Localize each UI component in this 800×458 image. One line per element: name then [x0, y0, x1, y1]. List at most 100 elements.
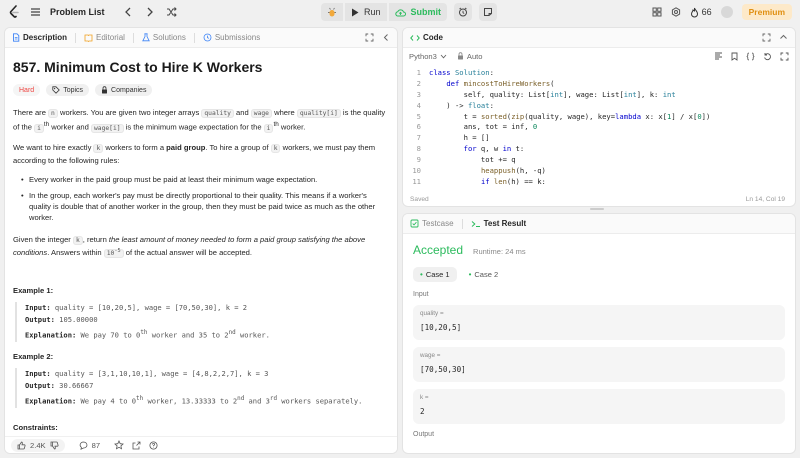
code-line: 7 h = [] [416, 133, 490, 143]
tab-test-result[interactable]: Test Result [471, 219, 526, 228]
terminal-icon [471, 220, 481, 228]
code-line: 2 def mincostToHireWorkers( [416, 78, 555, 88]
code-line: 8 for q, w in t: [416, 144, 525, 154]
save-status: Saved [410, 196, 429, 203]
result-summary: Accepted Runtime: 24 ms [413, 243, 785, 257]
run-button[interactable]: Run [345, 3, 387, 21]
test-panel-header: Testcase Test Result [403, 214, 795, 234]
tab-code[interactable]: Code [410, 33, 443, 42]
difficulty-badge[interactable]: Hard [13, 84, 41, 96]
format-lines-icon[interactable] [714, 52, 723, 61]
tab-divider [193, 32, 195, 43]
submit-button[interactable]: Submit [388, 3, 448, 21]
book-icon [84, 34, 93, 42]
editor-status-bar: Saved Ln 14, Col 19 [410, 196, 785, 203]
reset-icon[interactable] [763, 52, 772, 61]
tag-icon [52, 86, 60, 94]
code-line: 4 ) -> float: [416, 100, 494, 110]
next-problem-icon[interactable] [143, 5, 157, 19]
bug-icon [327, 7, 337, 18]
tab-submissions[interactable]: Submissions [203, 33, 260, 42]
star-icon[interactable] [114, 440, 125, 450]
panel-resize-handle[interactable] [590, 208, 604, 210]
submit-label: Submit [410, 7, 442, 17]
cloud-upload-icon [394, 8, 406, 17]
premium-button[interactable]: Premium [741, 4, 792, 20]
code-line: 1 class Solution: [416, 68, 494, 77]
case-1-tab[interactable]: • Case 1 [413, 267, 457, 282]
tab-divider [461, 218, 463, 229]
rules-list: Every worker in the paid group must be p… [21, 174, 389, 224]
language-select[interactable]: Python3 [409, 52, 447, 61]
debug-button[interactable] [321, 3, 343, 21]
tab-divider [132, 32, 134, 43]
tab-divider [75, 32, 77, 43]
layout-grid-icon[interactable] [652, 7, 662, 17]
problem-title: 857. Minimum Cost to Hire K Workers [13, 59, 263, 75]
problem-list-link[interactable]: Problem List [50, 7, 105, 17]
code-line: 3 self, quality: List[int], wage: List[i… [416, 89, 676, 99]
comment-icon [79, 441, 88, 450]
example-1-title: Example 1: [13, 285, 54, 295]
auto-mode[interactable]: Auto [457, 52, 483, 61]
document-icon [12, 33, 20, 42]
description-paragraph-2: We want to hire exactly k workers to for… [13, 143, 376, 165]
streak-counter[interactable]: 66 [690, 7, 712, 18]
braces-icon[interactable] [746, 52, 755, 61]
topics-tag[interactable]: Topics [46, 84, 90, 96]
run-submit-group: Run Submit [321, 3, 498, 21]
lock-icon [457, 52, 464, 60]
constraints-heading: Constraints: [13, 422, 58, 432]
run-label: Run [364, 7, 381, 17]
code-line: 6 ans, tot = inf, 0 [416, 122, 538, 132]
lock-icon [101, 86, 108, 94]
case-tabs: • Case 1 • Case 2 [413, 267, 785, 282]
input-box-quality: quality = [10,20,5] [413, 305, 785, 340]
thumbs-down-icon[interactable] [50, 441, 59, 450]
thumbs-up-icon[interactable] [17, 441, 26, 450]
maximize-icon[interactable] [762, 33, 771, 42]
tab-testcase[interactable]: Testcase [410, 219, 454, 228]
example-2-title: Example 2: [13, 351, 54, 361]
collapse-panel-icon[interactable] [382, 33, 390, 42]
settings-gear-icon[interactable] [671, 7, 681, 17]
leetcode-logo-icon[interactable] [8, 5, 20, 19]
tab-description[interactable]: Description [12, 33, 67, 42]
code-line: 9 tot += q [416, 155, 516, 165]
comments-button[interactable]: 87 [73, 439, 106, 452]
code-editor[interactable]: 1 class Solution: 2 def mincostToHireWork… [403, 64, 795, 188]
code-line: 10 heappush(h, -q) [412, 166, 546, 176]
collapse-panel-icon[interactable] [779, 33, 788, 42]
alarm-clock-icon [458, 7, 468, 17]
like-dislike-group: 2.4K [11, 438, 65, 452]
expand-editor-icon[interactable] [780, 52, 789, 61]
top-nav-bar: Problem List Run Submit 66 Premium [0, 0, 800, 24]
code-line: 11 if len(h) == k: [412, 176, 546, 186]
like-count: 2.4K [30, 440, 46, 450]
bookmark-icon[interactable] [731, 52, 738, 61]
description-panel: Description Editorial Solutions Submissi… [4, 27, 398, 454]
output-section-label: Output [413, 431, 435, 438]
companies-tag[interactable]: Companies [95, 84, 153, 96]
user-avatar[interactable] [720, 6, 733, 18]
timer-button[interactable] [454, 3, 473, 21]
example-1-box: Input: quality = [10,20,5], wage = [70,5… [15, 301, 389, 342]
shuffle-icon[interactable] [165, 5, 179, 19]
description-tabs: Description Editorial Solutions Submissi… [5, 28, 397, 48]
case-2-tab[interactable]: • Case 2 [462, 267, 506, 282]
problem-list-icon[interactable] [28, 5, 42, 19]
tab-solutions[interactable]: Solutions [142, 33, 186, 42]
list-item: Every worker in the paid group must be p… [21, 174, 389, 186]
prev-problem-icon[interactable] [121, 5, 135, 19]
code-panel: Code Python3 Auto 1 class Solution: 2 de… [402, 27, 796, 207]
comment-count: 87 [91, 440, 101, 450]
runtime-label: Runtime: 24 ms [473, 247, 526, 256]
tab-editorial[interactable]: Editorial [84, 33, 125, 42]
problem-tags: Hard Topics Companies [13, 84, 389, 96]
help-icon[interactable] [149, 441, 158, 450]
notes-button[interactable] [479, 3, 498, 21]
share-icon[interactable] [132, 441, 141, 450]
pass-dot-icon: • [468, 270, 472, 279]
test-result-body: Accepted Runtime: 24 ms • Case 1 • Case 2 … [403, 234, 795, 453]
maximize-icon[interactable] [365, 33, 374, 42]
